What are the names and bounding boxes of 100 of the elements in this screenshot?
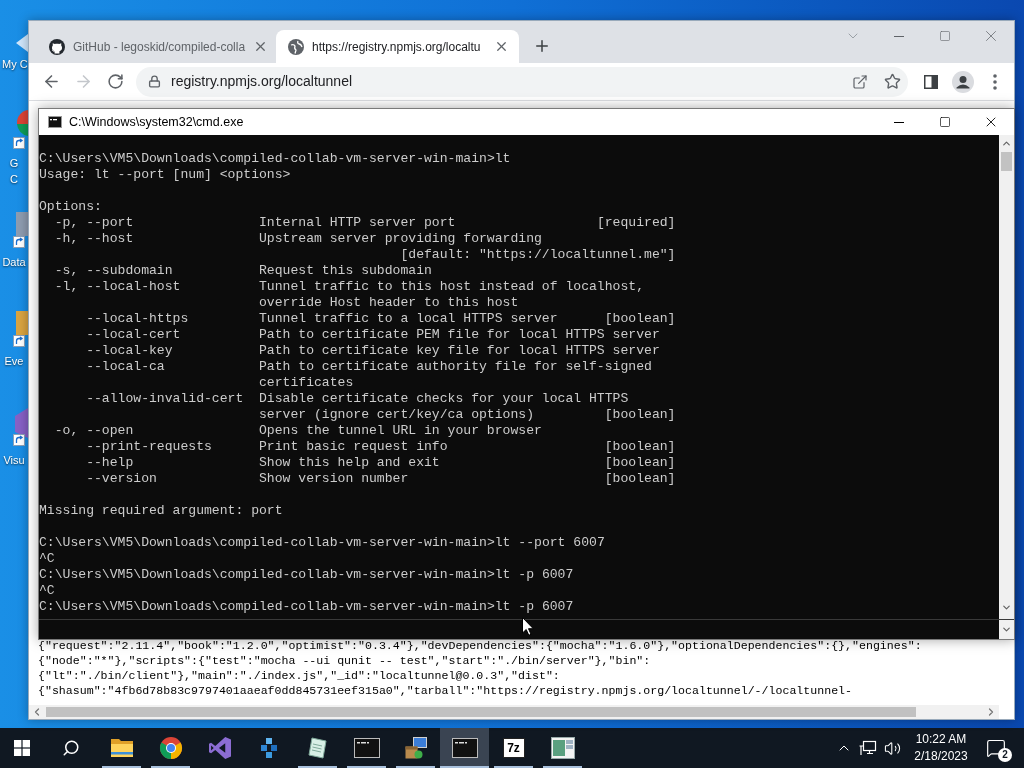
option-name: -p,: [54, 215, 79, 231]
option-description: server (ignore cert/key/ca options): [259, 407, 534, 423]
scrollbar-button[interactable]: [999, 620, 1014, 639]
search-icon: [61, 739, 80, 757]
notifications-button[interactable]: 2: [978, 728, 1014, 768]
option-note: [boolean]: [604, 455, 676, 471]
tab-title: GitHub - legoskid/compiled-colla: [73, 38, 246, 56]
json-text: {"request":"2.11.4","book":"1.2.0","optimist":"0.3.4"},"devDependencies":{"mocha":"1.6.0"},"optionalDependencies":{},"engines": {"node":"*"},"scripts":{"test":"mocha --ui qunit -- test","start":"./bin/server"},"bin": {"lt":"./bin/client"},"main":"./index.js","_id":"localtunnel@0.0.3","dist": {"shasum":"4fb6d78b83c9797401aaeaf0dd845731eef315a0","tarball":"https://registry.npmjs.org/localtunnel/-/localtunnel-: [37, 638, 923, 699]
plus-icon: [533, 37, 551, 55]
option-note: [boolean]: [604, 311, 676, 327]
option-name: --local-https: [86, 311, 189, 327]
option-name: -s,: [54, 263, 79, 279]
terminal-line: ^C: [39, 583, 55, 599]
maximize-icon: [939, 116, 951, 128]
address-bar[interactable]: registry.npmjs.org/localtunnel: [136, 66, 908, 97]
option-description: Show this help and exit: [259, 455, 440, 471]
option-name: --subdomain: [86, 263, 173, 279]
option-description: Opens the tunnel URL in your browser: [259, 423, 542, 439]
cat-logo-icon: [49, 38, 65, 55]
option-description: Path to certificate key file for local HTTPS server: [259, 343, 660, 359]
horizontal-scrollbar[interactable]: [29, 705, 999, 719]
scrollbar-thumb[interactable]: [46, 707, 916, 717]
option-description: Tunnel traffic to this host instead of localhost,: [259, 279, 645, 295]
share-icon: [852, 73, 868, 90]
option-note: [boolean]: [604, 471, 676, 487]
option-note: [default: "https://localtunnel.me"]: [400, 247, 676, 263]
option-name: --allow-invalid-cert: [86, 391, 244, 407]
option-name: --local-ca: [86, 359, 165, 375]
option-name: --local-host: [86, 279, 181, 295]
network-icon: [859, 740, 877, 756]
option-description: Path to certificate authority file for self-signed: [259, 359, 652, 375]
option-description: Show version number: [259, 471, 409, 487]
clock-time[interactable]: 10:22 AM: [915, 731, 967, 748]
option-description: Path to certificate PEM file for local HTTPS server: [259, 327, 660, 343]
option-name: -l,: [54, 279, 79, 295]
browser-logo-icon: [158, 736, 183, 760]
windows-logo-icon: [14, 740, 30, 756]
terminal-line: C:\Users\VM5\Downloads\compiled-collab-vm-server-win-main>lt: [39, 151, 511, 167]
speaker-icon: [883, 739, 901, 757]
terminal-line: Usage: lt --port [num] <options>: [39, 167, 291, 183]
console-icon: [353, 738, 380, 758]
option-name: --open: [86, 423, 134, 439]
minimize-icon: [894, 121, 904, 123]
terminal-line: Options:: [39, 199, 102, 215]
speech-bubble-icon: [986, 738, 1006, 758]
browser-tab[interactable]: GitHub - legoskid/compiled-colla: [39, 30, 276, 63]
option-note: [required]: [596, 215, 676, 231]
maximize-icon: [939, 30, 951, 42]
close-icon: [494, 39, 509, 54]
star-icon: [883, 73, 901, 90]
option-description: Disable certificate checks for your local HTTPS: [259, 391, 629, 407]
cubes-icon: [260, 738, 277, 758]
option-note: [boolean]: [604, 439, 676, 455]
terminal-line: Missing required argument: port: [39, 503, 283, 519]
document-icon: [308, 737, 327, 759]
globe-icon: [288, 38, 304, 55]
folder-icon: [109, 738, 134, 758]
installer-icon: [404, 737, 427, 759]
minimize-icon: [894, 35, 904, 37]
terminal-line: C:\Users\VM5\Downloads\compiled-collab-vm-server-win-main>lt -p 6007: [39, 567, 574, 583]
option-description: Print basic request info: [259, 439, 448, 455]
option-description: certificates: [259, 375, 354, 391]
clock-date[interactable]: 2/18/2023: [914, 748, 968, 765]
option-description: Upstream server providing forwarding: [259, 231, 542, 247]
option-name: --print-requests: [86, 439, 212, 455]
option-name: --port: [86, 215, 134, 231]
option-description: Internal HTTP server port: [259, 215, 456, 231]
option-note: [boolean]: [604, 407, 676, 423]
window-icon: [550, 737, 575, 759]
terminal-line: C:\Users\VM5\Downloads\compiled-collab-vm-server-win-main>lt --port 6007: [39, 535, 605, 551]
scroll-down-icon: [1001, 602, 1012, 613]
option-name: -h,: [54, 231, 79, 247]
taskbar-button[interactable]: [440, 728, 489, 768]
window-title: C:\Windows\system32\cmd.exe: [69, 113, 244, 131]
option-description: override Host header to this host: [259, 295, 519, 311]
scroll-down-icon: [1001, 624, 1012, 635]
notification-count: 2: [998, 748, 1012, 762]
option-name: --help: [86, 455, 134, 471]
option-description: Tunnel traffic to a local HTTPS server: [259, 311, 558, 327]
tab-title: https://registry.npmjs.org/localtu: [312, 38, 482, 56]
taskbar-button[interactable]: 7z: [489, 728, 538, 768]
terminal-line: ^C: [39, 551, 55, 567]
option-name: -o,: [54, 423, 79, 439]
wedge-icon: [16, 34, 28, 52]
option-description: Request this subdomain: [259, 263, 432, 279]
option-name: --local-key: [86, 343, 173, 359]
icon-label[interactable]: My C: [0, 56, 28, 72]
avatar-icon: [952, 70, 974, 93]
option-name: --host: [86, 231, 134, 247]
reload-icon: [106, 73, 124, 90]
side-panel-icon: [924, 74, 938, 89]
ribbon-logo-icon: [208, 737, 231, 759]
option-name: --version: [86, 471, 157, 487]
console-icon: [48, 116, 62, 128]
vertical-scrollbar[interactable]: [999, 135, 1014, 619]
scrollbar-thumb[interactable]: [1001, 152, 1012, 171]
option-name: --local-cert: [86, 327, 181, 343]
terminal-line: C:\Users\VM5\Downloads\compiled-collab-vm-server-win-main>lt -p 6007: [39, 599, 574, 615]
browser-tab[interactable]: https://registry.npmjs.org/localtu: [276, 30, 519, 63]
console-icon: [451, 738, 478, 758]
